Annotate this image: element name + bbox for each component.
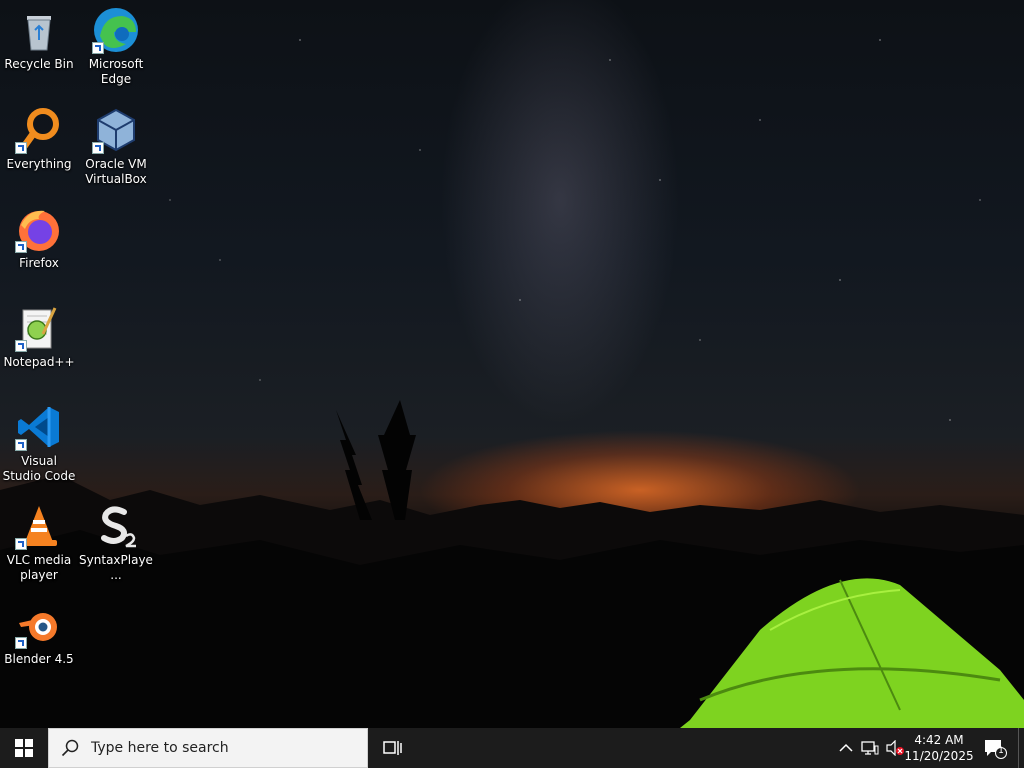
- desktop-icon-recycle-bin[interactable]: Recycle Bin: [1, 6, 77, 72]
- network-icon: [861, 741, 879, 755]
- search-input[interactable]: [89, 739, 353, 757]
- notification-count-badge: 1: [998, 746, 1004, 756]
- task-view-button[interactable]: [372, 728, 412, 768]
- shortcut-arrow-icon: [15, 241, 27, 253]
- desktop-icon-label: Oracle VM VirtualBox: [85, 157, 147, 186]
- network-status-button[interactable]: [858, 728, 882, 768]
- search-icon: [61, 739, 79, 757]
- desktop-icon-label: Visual Studio Code: [2, 454, 76, 483]
- desktop-icon-label: Blender 4.5: [4, 652, 74, 666]
- taskbar-search-box[interactable]: [48, 728, 368, 768]
- show-desktop-button[interactable]: [1018, 728, 1024, 768]
- shortcut-arrow-icon: [92, 42, 104, 54]
- shortcut-arrow-icon: [15, 439, 27, 451]
- desktop-icon-syntaxplayer[interactable]: SyntaxPlaye...: [78, 502, 154, 583]
- start-button[interactable]: [0, 728, 48, 768]
- syntaxplayer-icon: [101, 506, 136, 548]
- desktop-icon-label: Notepad++: [3, 355, 75, 369]
- shortcut-arrow-icon: [15, 142, 27, 154]
- desktop-wallpaper: Recycle Bin Microsoft Edge Everything Or…: [0, 0, 1024, 728]
- desktop-icon-visual-studio-code[interactable]: Visual Studio Code: [1, 403, 77, 484]
- desktop-icon-microsoft-edge[interactable]: Microsoft Edge: [78, 6, 154, 87]
- clock-date: 11/20/2025: [904, 749, 974, 763]
- action-center-button[interactable]: 1: [980, 728, 1010, 768]
- shortcut-arrow-icon: [15, 637, 27, 649]
- taskbar: 4:42 AM 11/20/2025 1: [0, 728, 1024, 768]
- chevron-up-icon: [839, 743, 853, 752]
- show-hidden-icons-button[interactable]: [836, 728, 856, 768]
- desktop-icon-vlc-media-player[interactable]: VLC media player: [1, 502, 77, 583]
- shortcut-arrow-icon: [15, 340, 27, 352]
- desktop-icon-notepad-plus-plus[interactable]: Notepad++: [1, 304, 77, 370]
- shortcut-arrow-icon: [92, 142, 104, 154]
- clock-time: 4:42 AM: [914, 733, 964, 747]
- shortcut-arrow-icon: [15, 538, 27, 550]
- recycle-bin-icon: [27, 16, 51, 51]
- desktop-icon-label: Recycle Bin: [4, 57, 74, 71]
- desktop-icon-blender[interactable]: Blender 4.5: [1, 601, 77, 667]
- desktop-icon-label: Everything: [6, 157, 72, 171]
- task-view-icon: [383, 741, 402, 755]
- desktop-icon-everything[interactable]: Everything: [1, 106, 77, 172]
- desktop-icon-firefox[interactable]: Firefox: [1, 205, 77, 271]
- volume-button[interactable]: [884, 728, 906, 768]
- desktop-icon-label: Microsoft Edge: [88, 57, 144, 86]
- desktop-icon-oracle-vm-virtualbox[interactable]: Oracle VM VirtualBox: [78, 106, 154, 187]
- desktop-icon-label: Firefox: [19, 256, 59, 270]
- desktop-icon-label: VLC media player: [6, 553, 72, 582]
- windows-logo-icon: [15, 739, 33, 757]
- desktop-icon-label: SyntaxPlaye...: [79, 553, 153, 582]
- volume-muted-icon: [886, 740, 904, 756]
- taskbar-clock[interactable]: 4:42 AM 11/20/2025: [904, 728, 974, 768]
